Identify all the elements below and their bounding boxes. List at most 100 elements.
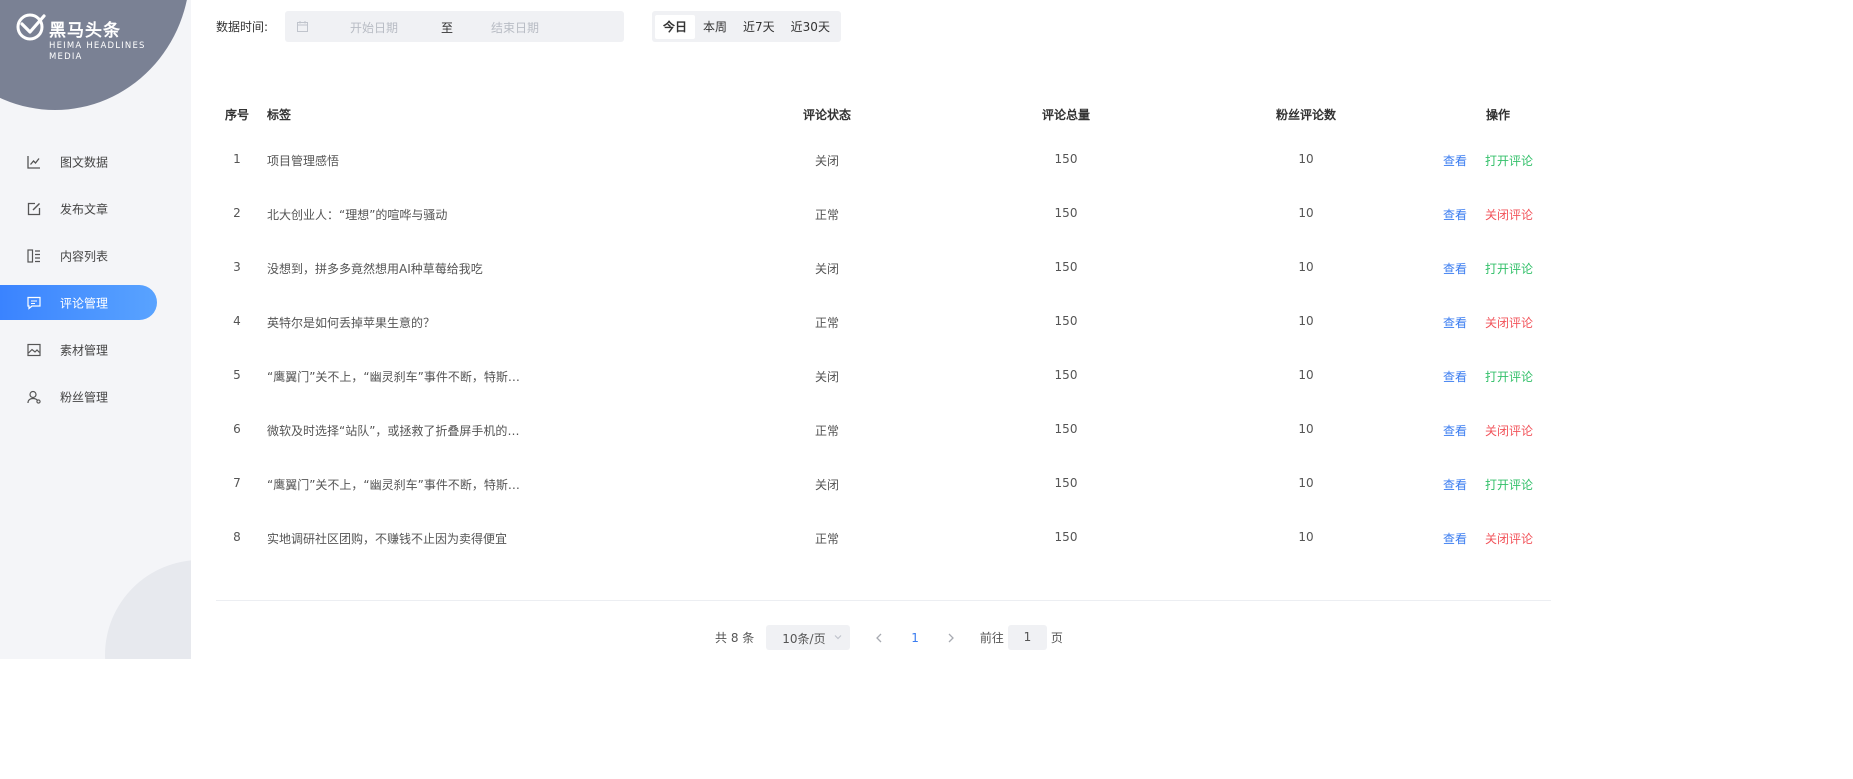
start-date-input[interactable]: 开始日期 — [350, 19, 398, 36]
sidebar-item-label: 发布文章 — [60, 202, 109, 216]
table-divider — [216, 600, 1551, 601]
header-status: 评论状态 — [802, 108, 851, 122]
cell-total: 150 — [1054, 206, 1078, 220]
sidebar-item-fans[interactable]: 粉丝管理 — [0, 373, 191, 420]
cell-tag: “鹰翼门”关不上，“幽灵刹车”事件不断，特斯拉… — [267, 478, 529, 492]
goto-page-input[interactable]: 1 — [1007, 625, 1047, 650]
cell-ops: 查看 关闭评论 — [1438, 530, 1558, 547]
cell-no: 8 — [233, 530, 241, 544]
end-date-input[interactable]: 结束日期 — [491, 19, 539, 36]
cell-tag: 没想到，拼多多竟然想用AI种草莓给我吃 — [267, 262, 483, 276]
cell-ops: 查看 关闭评论 — [1438, 206, 1558, 223]
close-comments-link[interactable]: 关闭评论 — [1485, 208, 1533, 222]
cell-no: 3 — [233, 260, 241, 274]
cell-fans: 10 — [1298, 476, 1314, 490]
cell-ops: 查看 打开评论 — [1438, 260, 1558, 277]
cell-no: 2 — [233, 206, 241, 220]
view-link[interactable]: 查看 — [1443, 208, 1467, 222]
view-link[interactable]: 查看 — [1443, 370, 1467, 384]
goto-page-value: 1 — [1023, 630, 1032, 644]
header-no: 序号 — [224, 108, 249, 122]
chevron-down-icon — [834, 635, 842, 640]
view-link[interactable]: 查看 — [1443, 262, 1467, 276]
cell-tag: 英特尔是如何丢掉苹果生意的？ — [267, 316, 436, 330]
close-comments-link[interactable]: 关闭评论 — [1485, 316, 1533, 330]
sidebar-item-content-list[interactable]: 内容列表 — [0, 232, 191, 279]
date-range-separator: 至 — [441, 21, 454, 35]
view-link[interactable]: 查看 — [1443, 316, 1467, 330]
date-filter-label: 数据时间: — [216, 20, 269, 34]
next-page-icon[interactable] — [944, 631, 958, 645]
cell-total: 150 — [1054, 530, 1078, 544]
page-number-current[interactable]: 1 — [911, 631, 919, 645]
user-icon — [27, 390, 41, 404]
cell-tag: 项目管理感悟 — [267, 154, 340, 168]
header-tag: 标签 — [267, 108, 292, 122]
header-total: 评论总量 — [1041, 108, 1090, 122]
cell-total: 150 — [1054, 476, 1078, 490]
brand-subtitle: HEIMA HEADLINES MEDIA — [49, 41, 146, 62]
sidebar-nav: 图文数据 发布文章 内容列表 评论管理 素材管理 粉丝管理 — [0, 138, 191, 420]
sidebar-item-label: 素材管理 — [60, 343, 109, 357]
cell-total: 150 — [1054, 368, 1078, 382]
date-range-picker[interactable]: 开始日期 至 结束日期 — [285, 11, 624, 42]
cell-tag: 微软及时选择“站队”，或拯救了折叠屏手机的未… — [267, 424, 529, 438]
open-comments-link[interactable]: 打开评论 — [1485, 262, 1533, 276]
sidebar: 黑马头条 HEIMA HEADLINES MEDIA 图文数据 发布文章 内容列… — [0, 0, 191, 659]
view-link[interactable]: 查看 — [1443, 154, 1467, 168]
cell-status: 关闭 — [814, 370, 839, 384]
sidebar-item-label: 图文数据 — [60, 155, 109, 169]
table-row: 4 英特尔是如何丢掉苹果生意的？ 正常 150 10 查看 关闭评论 — [216, 294, 1551, 348]
cell-status: 正常 — [814, 316, 839, 330]
table-row: 1 项目管理感悟 关闭 150 10 查看 打开评论 — [216, 132, 1551, 186]
sidebar-item-publish[interactable]: 发布文章 — [0, 185, 191, 232]
cell-total: 150 — [1054, 260, 1078, 274]
page-size-select[interactable]: 10条/页 — [766, 625, 851, 650]
list-icon — [27, 248, 40, 263]
table-header: 序号 标签 评论状态 评论总量 粉丝评论数 操作 — [216, 96, 1551, 130]
quick-range-30days[interactable]: 近30天 — [783, 15, 838, 39]
close-comments-link[interactable]: 关闭评论 — [1485, 532, 1533, 546]
sidebar-item-comments[interactable]: 评论管理 — [0, 279, 191, 326]
line-chart-icon — [27, 155, 40, 169]
table-row: 7 “鹰翼门”关不上，“幽灵刹车”事件不断，特斯拉… 关闭 150 10 查看 打… — [216, 456, 1551, 510]
cell-status: 关闭 — [814, 262, 839, 276]
cell-fans: 10 — [1298, 152, 1314, 166]
pagination-total: 共 8 条 — [715, 631, 755, 645]
prev-page-icon[interactable] — [872, 631, 886, 645]
close-comments-link[interactable]: 关闭评论 — [1485, 424, 1533, 438]
view-link[interactable]: 查看 — [1443, 478, 1467, 492]
quick-range-week[interactable]: 本周 — [695, 15, 735, 39]
brand-title: 黑马头条 — [49, 21, 121, 41]
cell-status: 正常 — [814, 208, 839, 222]
goto-suffix: 页 — [1050, 631, 1063, 645]
cell-ops: 查看 关闭评论 — [1438, 422, 1558, 439]
sidebar-item-label: 粉丝管理 — [60, 390, 109, 404]
cell-fans: 10 — [1298, 206, 1314, 220]
quick-range-7days[interactable]: 近7天 — [735, 15, 783, 39]
cell-status: 正常 — [814, 424, 839, 438]
image-icon — [27, 343, 41, 356]
header-ops: 操作 — [1485, 108, 1510, 122]
open-comments-link[interactable]: 打开评论 — [1485, 154, 1533, 168]
cell-total: 150 — [1054, 314, 1078, 328]
cell-ops: 查看 打开评论 — [1438, 152, 1558, 169]
goto-label: 前往 — [979, 631, 1004, 645]
sidebar-item-label: 内容列表 — [60, 249, 109, 263]
view-link[interactable]: 查看 — [1443, 532, 1467, 546]
sidebar-item-graphic-data[interactable]: 图文数据 — [0, 138, 191, 185]
open-comments-link[interactable]: 打开评论 — [1485, 370, 1533, 384]
cell-fans: 10 — [1298, 422, 1314, 436]
sidebar-decor-shape — [105, 560, 191, 659]
quick-range-today[interactable]: 今日 — [655, 14, 696, 39]
view-link[interactable]: 查看 — [1443, 424, 1467, 438]
logo-icon — [16, 13, 46, 41]
cell-ops: 查看 打开评论 — [1438, 476, 1558, 493]
open-comments-link[interactable]: 打开评论 — [1485, 478, 1533, 492]
cell-no: 1 — [233, 152, 241, 166]
cell-fans: 10 — [1298, 260, 1314, 274]
cell-ops: 查看 打开评论 — [1438, 368, 1558, 385]
sidebar-item-label: 评论管理 — [60, 296, 109, 310]
pagination: 共 8 条 10条/页 1 前往 1 页 — [715, 625, 1063, 650]
sidebar-item-materials[interactable]: 素材管理 — [0, 326, 191, 373]
